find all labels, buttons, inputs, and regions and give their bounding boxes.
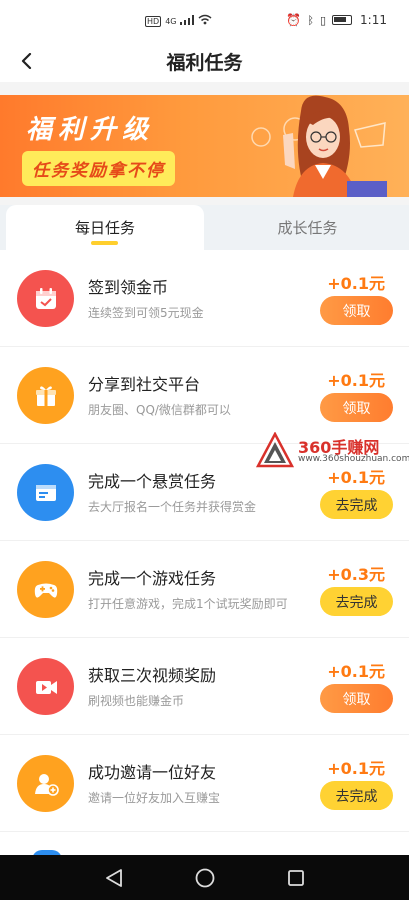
signal-label: 4G xyxy=(165,16,177,26)
circle-home-icon xyxy=(195,868,214,887)
watermark-url: www.360shouzhuan.com xyxy=(298,454,409,464)
signal-icon xyxy=(180,14,195,28)
gift-icon xyxy=(17,367,74,424)
wifi-icon xyxy=(198,14,212,28)
page-title: 福利任务 xyxy=(166,51,243,74)
active-tab-indicator xyxy=(91,241,118,245)
claim-button[interactable]: 领取 xyxy=(320,393,393,422)
promo-banner[interactable]: 福利升级 任务奖励拿不停 xyxy=(0,95,409,197)
add-user-icon xyxy=(17,755,74,812)
system-back-button[interactable] xyxy=(101,865,127,891)
battery-icon xyxy=(332,15,353,25)
task-description: 连续签到可领5元现金 xyxy=(88,306,204,320)
task-row-share: 分享到社交平台 朋友圈、QQ/微信群都可以 +0.1元 领取 xyxy=(0,347,409,444)
back-button[interactable] xyxy=(14,48,40,74)
status-bar: HD 4G ⏰ ᛒ ▯ 1:11 xyxy=(0,0,409,40)
task-reward: +0.1元 xyxy=(327,759,385,778)
vibrate-icon: ▯ xyxy=(319,13,327,27)
nav-bar: 福利任务 xyxy=(0,40,409,82)
gamepad-icon xyxy=(17,561,74,618)
task-description: 刷视频也能赚金币 xyxy=(88,694,185,708)
task-description: 打开任意游戏，完成1个试玩奖励即可 xyxy=(88,597,288,611)
hd-badge: HD xyxy=(145,15,162,27)
task-row-checkin: 签到领金币 连续签到可领5元现金 +0.1元 领取 xyxy=(0,250,409,347)
banner-subtitle: 任务奖励拿不停 xyxy=(22,151,175,186)
banner-title: 福利升级 xyxy=(26,115,155,145)
woman-illustration-icon xyxy=(251,95,387,197)
card-icon xyxy=(17,464,74,521)
task-row-game: 完成一个游戏任务 打开任意游戏，完成1个试玩奖励即可 +0.3元 去完成 xyxy=(0,541,409,638)
watermark-logo-icon xyxy=(256,432,294,468)
square-recents-icon xyxy=(287,869,304,886)
bluetooth-icon: ᛒ xyxy=(307,13,314,27)
task-title: 签到领金币 xyxy=(88,278,169,297)
go-complete-button[interactable]: 去完成 xyxy=(320,781,393,810)
status-time: 1:11 xyxy=(360,13,387,27)
go-complete-button[interactable]: 去完成 xyxy=(320,587,393,616)
task-row-invite: 成功邀请一位好友 邀请一位好友加入互赚宝 +0.1元 去完成 xyxy=(0,735,409,832)
calendar-icon xyxy=(17,270,74,327)
triangle-back-icon xyxy=(105,868,122,887)
claim-button[interactable]: 领取 xyxy=(320,296,393,325)
site-watermark: 360手赚网 www.360shouzhuan.com xyxy=(256,432,409,472)
task-reward: +0.1元 xyxy=(327,662,385,681)
task-row-video: 获取三次视频奖励 刷视频也能赚金币 +0.1元 领取 xyxy=(0,638,409,735)
network-indicators: HD 4G xyxy=(145,14,212,28)
system-nav-bar xyxy=(0,855,409,900)
claim-button[interactable]: 领取 xyxy=(320,684,393,713)
task-description: 邀请一位好友加入互赚宝 xyxy=(88,791,221,805)
alarm-icon: ⏰ xyxy=(286,13,302,27)
task-reward: +0.1元 xyxy=(327,371,385,390)
task-title: 成功邀请一位好友 xyxy=(88,763,217,782)
task-tabs: 每日任务 成长任务 xyxy=(0,205,409,250)
task-list: 签到领金币 连续签到可领5元现金 +0.1元 领取 分享到社交平台 朋友圈、QQ… xyxy=(0,250,409,855)
task-title: 完成一个游戏任务 xyxy=(88,569,217,588)
video-icon xyxy=(17,658,74,715)
go-complete-button[interactable]: 去完成 xyxy=(320,490,393,519)
system-recents-button[interactable] xyxy=(283,865,309,891)
task-title: 获取三次视频奖励 xyxy=(88,666,217,685)
task-description: 朋友圈、QQ/微信群都可以 xyxy=(88,403,231,417)
task-reward: +0.3元 xyxy=(327,565,385,584)
task-title: 分享到社交平台 xyxy=(88,375,201,394)
task-title: 完成一个悬赏任务 xyxy=(88,472,217,491)
task-description: 去大厅报名一个任务并获得赏金 xyxy=(88,500,257,514)
chevron-left-icon xyxy=(21,53,32,69)
tab-growth-tasks[interactable]: 成长任务 xyxy=(206,205,409,250)
system-home-button[interactable] xyxy=(192,865,218,891)
task-reward: +0.1元 xyxy=(327,274,385,293)
